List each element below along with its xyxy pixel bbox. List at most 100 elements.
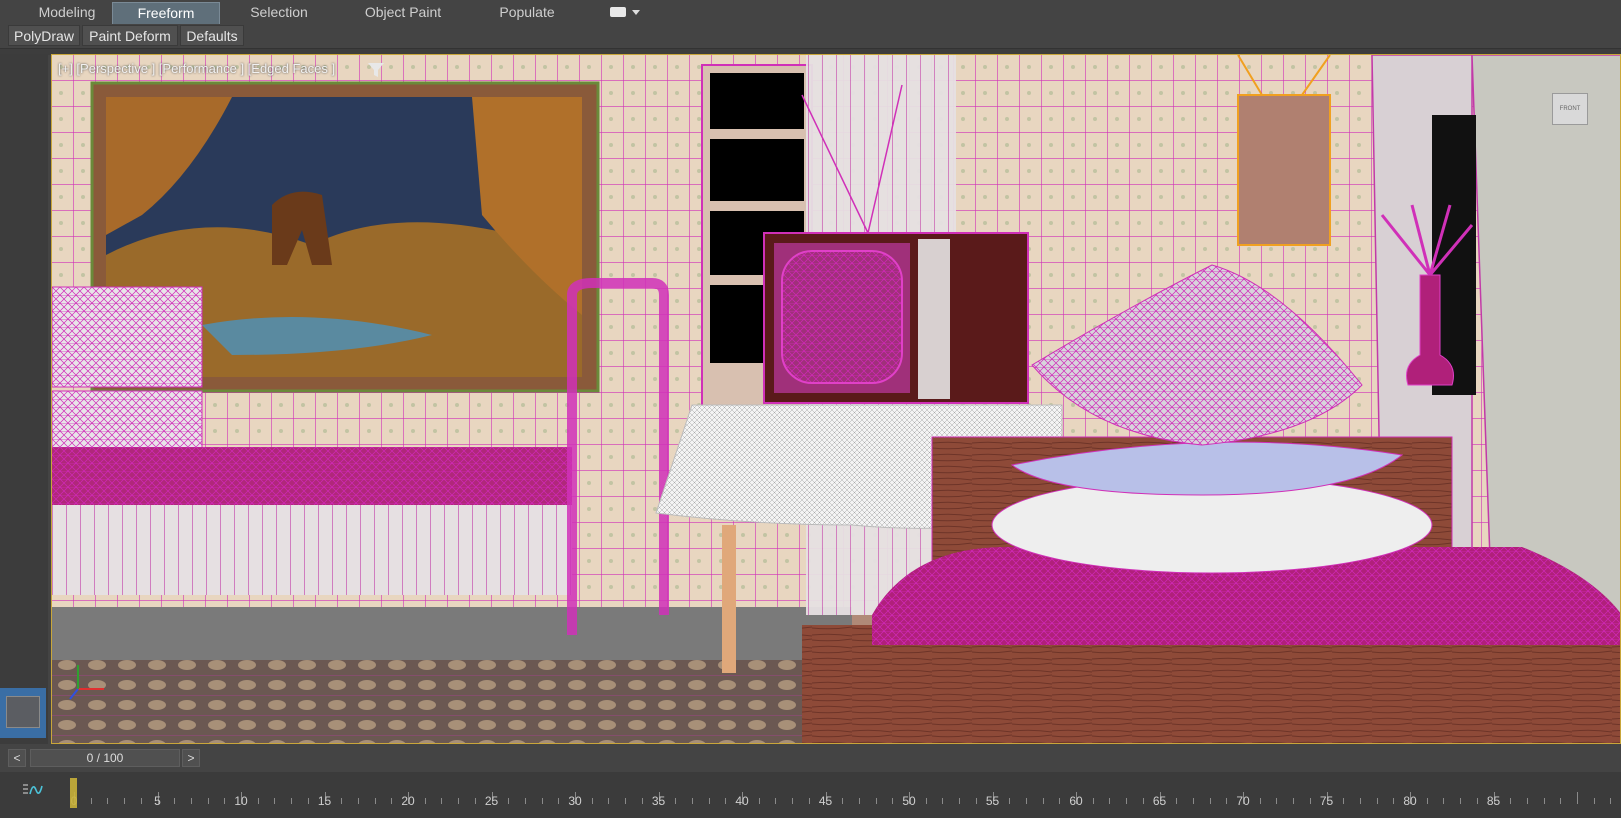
timeline-tick-label: 30	[568, 794, 582, 808]
subtab-polydraw[interactable]: PolyDraw	[8, 25, 80, 46]
timeline-tick	[140, 798, 142, 804]
timeline-tick	[1359, 798, 1361, 804]
timeline-tick	[341, 798, 343, 804]
timeline-tick	[1059, 798, 1061, 804]
subtab-defaults[interactable]: Defaults	[180, 25, 244, 46]
timeline-tick	[357, 798, 359, 804]
timeline-tick	[1577, 792, 1578, 804]
timeline-tick-label: 10	[234, 794, 248, 808]
timeline-tick	[1343, 798, 1345, 804]
timeline-tick	[725, 798, 727, 804]
tab-selection[interactable]: Selection	[224, 2, 334, 24]
timeline-tick	[591, 798, 593, 804]
timeline-tick	[524, 798, 526, 804]
timeline-tick-label: 70	[1236, 794, 1250, 808]
timeline-tick	[808, 798, 810, 804]
timeline-tick-label: 80	[1403, 794, 1417, 808]
timeline-tick	[1109, 798, 1111, 804]
ribbon-options-icon	[610, 7, 626, 17]
timeline-tick	[1426, 798, 1428, 804]
timeline-tick	[508, 798, 510, 804]
viewport-layout-icon	[6, 696, 40, 728]
timeline-tick	[207, 798, 209, 804]
timeline-tick	[190, 798, 192, 804]
timeline-tick	[1476, 798, 1478, 804]
timeline-tick	[1460, 798, 1462, 804]
view-cube-face[interactable]: FRONT	[1552, 93, 1588, 125]
timeline-tick	[1393, 798, 1395, 804]
timeline-tick-label: 45	[818, 794, 833, 808]
timeline-tick	[391, 798, 393, 804]
timeline-tick	[1276, 798, 1278, 804]
timeline-tick	[925, 798, 927, 804]
timeline-ruler[interactable]: 0510152025303540455055606570758085	[70, 774, 1621, 818]
perspective-viewport[interactable]: [+] [Perspective ] [Performance ] [Edged…	[51, 54, 1621, 744]
ribbon-options-dropdown[interactable]	[608, 4, 642, 20]
curve-editor-icon[interactable]	[22, 782, 44, 798]
ribbon-tabs: Modeling Freeform Selection Object Paint…	[0, 0, 1621, 25]
timeline-tick	[90, 798, 92, 804]
timeline-tick	[1176, 798, 1178, 804]
timeline-tick	[1259, 798, 1261, 804]
timeline-tick	[1042, 798, 1044, 804]
timeline-tick	[975, 798, 977, 804]
timeline-tick-label: 25	[484, 794, 499, 808]
view-cube-icon[interactable]: FRONT	[1542, 93, 1598, 133]
tab-modeling[interactable]: Modeling	[22, 2, 112, 24]
timeline-tick	[1510, 798, 1512, 804]
timeline-tick	[124, 798, 126, 804]
timeline-tick	[1192, 798, 1194, 804]
timeline-tick	[1376, 798, 1378, 804]
time-slider[interactable]: 0 / 100	[30, 749, 180, 767]
timeline-tick	[174, 798, 176, 804]
timeline-tick	[1610, 798, 1612, 804]
timeline-tick	[541, 798, 543, 804]
subtab-paint-deform[interactable]: Paint Deform	[82, 25, 178, 46]
timeline-tick-label: 55	[985, 794, 1000, 808]
timeline-tick	[608, 798, 610, 804]
timeline-tick	[959, 798, 961, 804]
timeline-tick	[708, 798, 710, 804]
timeline-tick	[675, 798, 677, 804]
freeform-subtabs: PolyDraw Paint Deform Defaults	[0, 24, 1621, 48]
timeline-tick	[1293, 798, 1295, 804]
timeline-tick	[1443, 798, 1445, 804]
timeline-tick-label: 40	[735, 794, 749, 808]
timeline-tick	[875, 798, 877, 804]
timeline-tick	[1025, 798, 1027, 804]
chevron-down-icon	[632, 10, 640, 15]
timeline-tick	[458, 798, 460, 804]
timeline-tick-label: 85	[1486, 794, 1501, 808]
timeline-tick	[1209, 798, 1211, 804]
timeline-tick	[558, 798, 560, 804]
timeline-tick	[858, 798, 860, 804]
current-frame-marker[interactable]	[70, 778, 77, 808]
timeline-tick	[641, 798, 643, 804]
timeline-tick-label: 60	[1069, 794, 1083, 808]
timeline-tick	[1560, 798, 1562, 804]
timeline-tick	[842, 798, 844, 804]
timeline-tick	[1126, 798, 1128, 804]
viewport-layout-button[interactable]	[0, 688, 46, 738]
tab-object-paint[interactable]: Object Paint	[344, 2, 462, 24]
next-frame-button[interactable]: >	[182, 749, 200, 767]
timeline-tick	[1226, 798, 1228, 804]
tab-freeform[interactable]: Freeform	[112, 2, 220, 24]
timeline-tick	[775, 798, 777, 804]
timeline-tick	[1142, 798, 1144, 804]
timeline-tick	[892, 798, 894, 804]
timeline-tick	[1543, 798, 1545, 804]
tab-populate[interactable]: Populate	[472, 2, 582, 24]
timeline-tick-label: 35	[651, 794, 666, 808]
timeline-tick	[1593, 798, 1595, 804]
left-command-strip	[0, 54, 48, 754]
timeline-tick	[1009, 798, 1011, 804]
viewport-label-menu[interactable]: [+] [Perspective ] [Performance ] [Edged…	[58, 61, 335, 76]
timeline-tick	[274, 798, 276, 804]
timeline-tick	[257, 798, 259, 804]
prev-frame-button[interactable]: <	[8, 749, 26, 767]
timeline-tick	[291, 798, 293, 804]
timeline-tick-label: 50	[902, 794, 916, 808]
viewport-scene	[52, 55, 1620, 743]
filter-icon[interactable]	[368, 63, 384, 77]
